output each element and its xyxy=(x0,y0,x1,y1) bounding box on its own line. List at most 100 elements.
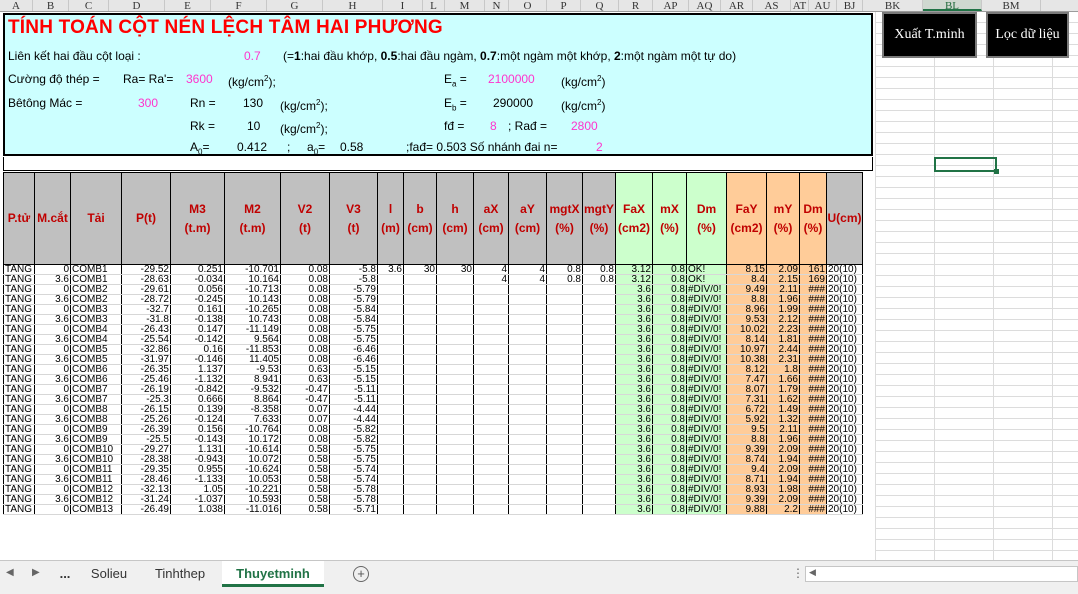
column-header-m[interactable]: M xyxy=(445,0,485,12)
table-cell[interactable]: 10.172 xyxy=(224,434,281,445)
table-cell[interactable]: 20(10) xyxy=(826,364,863,375)
blank-row[interactable] xyxy=(3,157,873,171)
table-cell[interactable]: 10.072 xyxy=(224,454,281,465)
table-cell[interactable]: #DIV/0! xyxy=(686,334,727,345)
table-cell[interactable]: 3.6 xyxy=(615,414,653,425)
scroll-right-arrow-icon[interactable]: ▶ xyxy=(32,567,40,578)
table-cell[interactable]: 1.94 xyxy=(766,454,800,465)
table-cell[interactable]: -0.47 xyxy=(280,394,330,405)
table-cell[interactable] xyxy=(508,344,547,355)
table-cell[interactable]: #DIV/0! xyxy=(686,484,727,495)
table-cell[interactable]: COMB12 xyxy=(70,494,122,505)
column-header-e[interactable]: E xyxy=(165,0,211,12)
table-row[interactable]: TANG 3.6 COMB9 -25.5 -0.143 10.172 0.08 -5.82 3.… xyxy=(3,434,863,445)
connection-type-value[interactable]: 0.7 xyxy=(244,49,261,63)
table-cell[interactable]: 2.12 xyxy=(766,314,800,325)
table-cell[interactable]: 0.8 xyxy=(652,504,687,515)
table-cell[interactable]: 10.38 xyxy=(726,354,767,365)
table-cell[interactable]: 0 xyxy=(34,404,71,415)
table-cell[interactable]: 20(10) xyxy=(826,324,863,335)
table-cell[interactable] xyxy=(473,444,509,455)
table-cell[interactable] xyxy=(508,384,547,395)
table-cell[interactable]: -1.132 xyxy=(170,374,225,385)
table-cell[interactable]: 0 xyxy=(34,464,71,475)
column-header-f[interactable]: F xyxy=(211,0,267,12)
table-cell[interactable]: 3.6 xyxy=(615,374,653,385)
table-cell[interactable] xyxy=(582,384,616,395)
table-cell[interactable]: TANG xyxy=(3,264,35,275)
table-cell[interactable]: 10.053 xyxy=(224,474,281,485)
table-row[interactable]: TANG 0 COMB13 -26.49 1.038 -11.016 0.58 -5.71 3.… xyxy=(3,504,863,515)
table-cell[interactable] xyxy=(403,404,437,415)
table-row[interactable]: TANG 3.6 COMB6 -25.46 -1.132 8.941 0.63 -5.15 3.… xyxy=(3,374,863,385)
table-cell[interactable]: 0.8 xyxy=(652,454,687,465)
more-tabs-button[interactable]: ... xyxy=(50,561,80,587)
table-cell[interactable]: #DIV/0! xyxy=(686,364,727,375)
table-cell[interactable] xyxy=(508,354,547,365)
table-row[interactable]: TANG 3.6 COMB4 -25.54 -0.142 9.564 0.08 -5.75 3.… xyxy=(3,334,863,345)
table-cell[interactable]: 0.139 xyxy=(170,404,225,415)
table-cell[interactable]: 20(10) xyxy=(826,384,863,395)
worksheet-area[interactable]: A B C D E F G H I L M N O P Q R AP AQ AR AS AT AU BJ BK BL BM TÍN… xyxy=(0,0,1078,560)
ea-value[interactable]: 2100000 xyxy=(488,72,535,86)
table-cell[interactable]: ### xyxy=(799,494,827,505)
table-cell[interactable] xyxy=(582,314,616,325)
table-cell[interactable]: -26.43 xyxy=(121,324,171,335)
table-cell[interactable]: TANG xyxy=(3,334,35,345)
table-cell[interactable] xyxy=(377,354,404,365)
table-cell[interactable]: 0.8 xyxy=(652,324,687,335)
table-cell[interactable] xyxy=(377,444,404,455)
table-cell[interactable] xyxy=(377,404,404,415)
table-cell[interactable]: #DIV/0! xyxy=(686,354,727,365)
table-cell[interactable]: -10.764 xyxy=(224,424,281,435)
table-cell[interactable]: 8.12 xyxy=(726,364,767,375)
table-cell[interactable]: -25.46 xyxy=(121,374,171,385)
table-cell[interactable]: 3.6 xyxy=(615,464,653,475)
table-cell[interactable]: 3.6 xyxy=(615,394,653,405)
table-cell[interactable] xyxy=(436,414,474,425)
table-cell[interactable] xyxy=(377,304,404,315)
table-header-cell[interactable]: Tải xyxy=(70,172,122,265)
table-cell[interactable]: 169 xyxy=(799,274,827,285)
table-cell[interactable]: -0.124 xyxy=(170,414,225,425)
table-cell[interactable]: -5.11 xyxy=(329,394,378,405)
rad-value[interactable]: 2800 xyxy=(571,119,598,133)
table-cell[interactable]: COMB4 xyxy=(70,324,122,335)
column-header-row[interactable]: A B C D E F G H I L M N O P Q R AP AQ AR AS AT AU BJ BK BL BM xyxy=(0,0,1078,12)
column-header-au[interactable]: AU xyxy=(809,0,837,12)
table-cell[interactable]: 0 xyxy=(34,384,71,395)
table-cell[interactable]: 1.99 xyxy=(766,304,800,315)
table-cell[interactable]: 20(10) xyxy=(826,484,863,495)
table-cell[interactable]: 0.8 xyxy=(546,264,583,275)
table-cell[interactable] xyxy=(403,464,437,475)
table-cell[interactable]: ### xyxy=(799,314,827,325)
column-header-d[interactable]: D xyxy=(109,0,165,12)
table-cell[interactable]: #DIV/0! xyxy=(686,394,727,405)
table-cell[interactable]: 0.8 xyxy=(652,384,687,395)
table-cell[interactable]: 8.93 xyxy=(726,484,767,495)
table-cell[interactable] xyxy=(508,314,547,325)
table-cell[interactable]: COMB5 xyxy=(70,354,122,365)
table-cell[interactable] xyxy=(377,334,404,345)
table-cell[interactable]: -5.79 xyxy=(329,294,378,305)
table-cell[interactable]: 1.49 xyxy=(766,404,800,415)
column-header-bk[interactable]: BK xyxy=(863,0,923,12)
table-cell[interactable] xyxy=(582,454,616,465)
table-cell[interactable]: 9.49 xyxy=(726,284,767,295)
table-cell[interactable]: 0.08 xyxy=(280,354,330,365)
column-header-aq[interactable]: AQ xyxy=(689,0,721,12)
table-cell[interactable]: 2.09 xyxy=(766,494,800,505)
table-cell[interactable]: TANG xyxy=(3,424,35,435)
table-cell[interactable]: 3.6 xyxy=(615,344,653,355)
table-cell[interactable]: COMB10 xyxy=(70,454,122,465)
table-cell[interactable] xyxy=(377,474,404,485)
table-cell[interactable]: 8.8 xyxy=(726,434,767,445)
table-row[interactable]: TANG 3.6 COMB11 -28.46 -1.133 10.053 0.58 -5.74… xyxy=(3,474,863,485)
table-cell[interactable]: 8.71 xyxy=(726,474,767,485)
table-cell[interactable]: OK! xyxy=(686,264,727,275)
table-header-cell[interactable]: mgtY (%) xyxy=(582,172,616,265)
table-cell[interactable]: 0.8 xyxy=(582,264,616,275)
table-cell[interactable]: 2.09 xyxy=(766,264,800,275)
table-cell[interactable]: TANG xyxy=(3,504,35,515)
table-cell[interactable]: 161 xyxy=(799,264,827,275)
